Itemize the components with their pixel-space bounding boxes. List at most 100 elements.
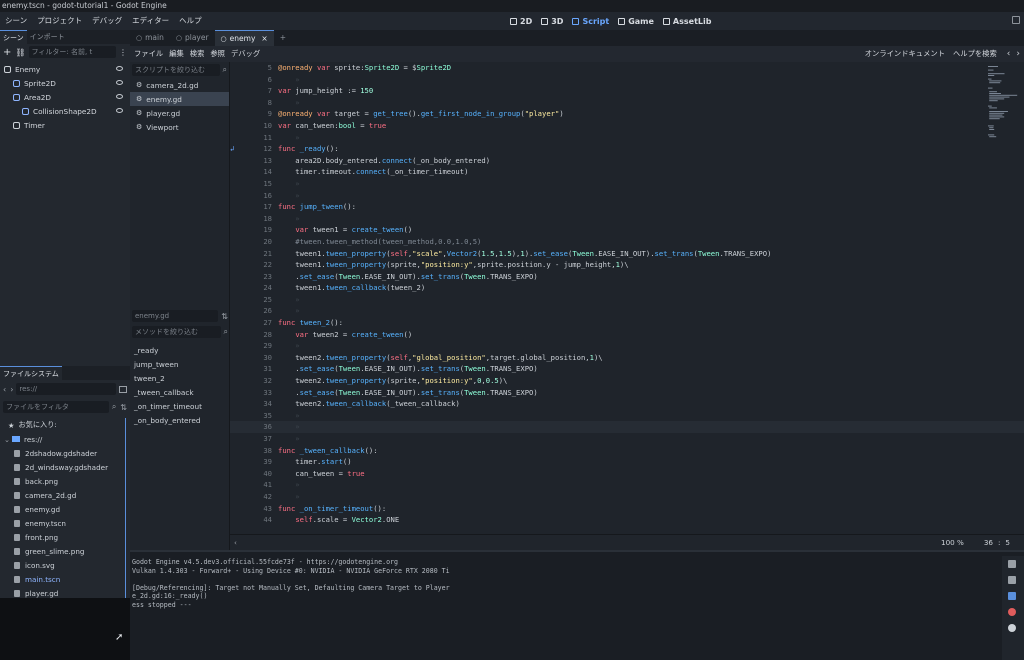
fs-filter-input[interactable]: ファイルをフィルタ — [3, 401, 109, 413]
method-filter-input[interactable]: メソッドを絞り込む — [132, 326, 221, 338]
zoom-level[interactable]: 100 % — [941, 538, 964, 547]
tab-scene[interactable]: シーン — [0, 30, 27, 44]
visibility-icon[interactable] — [116, 66, 123, 71]
visibility-icon[interactable] — [116, 108, 123, 113]
favorites-item[interactable]: ★ お気に入り: — [0, 418, 125, 432]
distraction-free-icon[interactable] — [1012, 16, 1020, 24]
script-menu-item-4[interactable]: デバッグ — [231, 49, 260, 59]
fs-file-item[interactable]: icon.svg — [0, 558, 125, 572]
add-node-icon[interactable]: + — [3, 47, 11, 58]
link-icon[interactable]: ⛓ — [15, 48, 25, 57]
visibility-icon[interactable] — [116, 94, 123, 99]
menu-item-2[interactable]: デバッグ — [87, 12, 127, 30]
mode-label: Script — [582, 16, 610, 26]
mode-game[interactable]: Game — [618, 17, 654, 26]
code-text: @onready var target = get_tree().get_fir… — [278, 109, 564, 119]
method-item[interactable]: _on_body_entered — [130, 414, 230, 428]
scene-tab-player[interactable]: ○ player — [170, 30, 215, 46]
code-text: » — [278, 341, 300, 351]
mode-3d[interactable]: 3D — [541, 17, 563, 26]
forward-icon[interactable]: › — [10, 385, 13, 394]
back-icon[interactable]: ‹ — [3, 385, 6, 394]
script-list-item[interactable]: ⚙ camera_2d.gd — [130, 78, 229, 92]
next-script-icon[interactable]: › — [1016, 49, 1020, 59]
gutter — [230, 317, 242, 329]
fs-file-item[interactable]: back.png — [0, 474, 125, 488]
script-list-item[interactable]: ⚙ player.gd — [130, 106, 229, 120]
fs-file-item[interactable]: enemy.tscn — [0, 516, 125, 530]
code-text: self.scale = Vector2.ONE — [295, 515, 400, 525]
script-menu-item-1[interactable]: 編集 — [169, 49, 184, 59]
code-text: .set_ease(Tween.EASE_IN_OUT).set_trans(T… — [278, 271, 538, 281]
method-item[interactable]: _tween_callback — [130, 386, 230, 400]
scene-tab-label: main — [145, 33, 164, 42]
output-line: Godot Engine v4.5.dev3.official.55fcde73… — [132, 558, 398, 566]
mode-label: AssetLib — [672, 16, 712, 26]
scene-tab-enemy[interactable]: ○ enemy × — [214, 30, 274, 47]
toggle-panel-icon[interactable]: ‹ — [234, 538, 237, 547]
menu-item-3[interactable]: エディター — [127, 12, 174, 30]
scene-node-area2d[interactable]: Area2D — [0, 90, 130, 104]
code-line: ↲ 12 func _ready(): — [230, 143, 1024, 155]
sort-icon[interactable]: ⇅ — [120, 403, 127, 412]
file-name: camera_2d.gd — [25, 490, 77, 500]
sort-icon[interactable]: ⇅ — [221, 312, 228, 321]
scene-node-enemy[interactable]: Enemy — [0, 62, 130, 76]
node-label: Timer — [24, 120, 45, 130]
method-item[interactable]: jump_tween — [130, 358, 230, 372]
warning-filter-icon[interactable] — [1008, 624, 1016, 632]
script-menu-item-0[interactable]: ファイル — [134, 49, 163, 59]
script-list-item[interactable]: ⚙ enemy.gd — [130, 92, 229, 106]
code-minimap[interactable] — [988, 66, 1018, 146]
visibility-icon[interactable] — [116, 80, 123, 85]
method-item[interactable]: _on_timer_timeout — [130, 400, 230, 414]
fs-file-item[interactable]: green_slime.png — [0, 544, 125, 558]
online-docs-link[interactable]: オンラインドキュメント — [865, 49, 945, 59]
menu-item-0[interactable]: シーン — [0, 12, 32, 30]
fs-root[interactable]: ⌄ res:// — [0, 432, 125, 446]
scene-tab-main[interactable]: ○ main — [130, 30, 170, 46]
mode-2d[interactable]: 2D — [510, 17, 532, 26]
tab-import[interactable]: インポート — [27, 30, 68, 44]
mode-assetlib[interactable]: AssetLib — [662, 16, 712, 26]
fs-path-input[interactable]: res:// — [16, 383, 116, 395]
menu-item-4[interactable]: ヘルプ — [174, 12, 207, 30]
fs-file-item[interactable]: 2dshadow.gdshader — [0, 446, 125, 460]
fs-file-item[interactable]: front.png — [0, 530, 125, 544]
lock-icon[interactable] — [1008, 560, 1016, 568]
line-number: 11 — [263, 132, 272, 142]
scene-node-collisionshape2d[interactable]: CollisionShape2D — [0, 104, 130, 118]
file-name: front.png — [25, 532, 59, 542]
prev-script-icon[interactable]: ‹ — [1007, 49, 1011, 59]
method-item[interactable]: _ready — [130, 344, 230, 358]
script-filter-input[interactable]: スクリプトを絞り込む — [132, 64, 220, 76]
gutter — [230, 155, 242, 167]
fs-path-row: ‹ › res:// — [0, 381, 130, 397]
method-item[interactable]: tween_2 — [130, 372, 230, 386]
mode-script[interactable]: Script — [572, 17, 609, 26]
scene-filter-input[interactable]: フィルター: 名前, t — [28, 46, 116, 58]
fs-file-item[interactable]: camera_2d.gd — [0, 488, 125, 502]
layout-icon[interactable] — [119, 385, 127, 393]
code-editor[interactable]: 5 @onready var sprite:Sprite2D = $Sprite2… — [230, 62, 1024, 534]
script-menu-item-2[interactable]: 検索 — [190, 49, 205, 59]
scene-node-timer[interactable]: Timer — [0, 118, 130, 132]
message-filter-icon[interactable] — [1008, 592, 1016, 600]
tab-filesystem[interactable]: ファイルシステム — [0, 366, 62, 381]
add-tab-icon[interactable]: + — [274, 30, 292, 46]
mode-game-icon — [618, 17, 626, 25]
close-icon[interactable]: × — [261, 31, 267, 47]
error-filter-icon[interactable] — [1008, 608, 1016, 616]
fs-file-item[interactable]: main.tscn — [0, 572, 125, 586]
fs-file-item[interactable]: 2d_windsway.gdshader — [0, 460, 125, 474]
clear-icon[interactable] — [1008, 576, 1016, 584]
fs-file-item[interactable]: enemy.gd — [0, 502, 125, 516]
scene-node-sprite2d[interactable]: Sprite2D — [0, 76, 130, 90]
file-name: 2dshadow.gdshader — [25, 448, 98, 458]
script-menu-item-3[interactable]: 参照 — [210, 49, 225, 59]
more-icon[interactable]: ⋮ — [119, 48, 127, 57]
menu-item-1[interactable]: プロジェクト — [32, 12, 87, 30]
code-line: 41 » — [230, 479, 1024, 491]
script-list-item[interactable]: ⚙ Viewport — [130, 120, 229, 134]
help-search-link[interactable]: ヘルプを検索 — [953, 49, 997, 59]
